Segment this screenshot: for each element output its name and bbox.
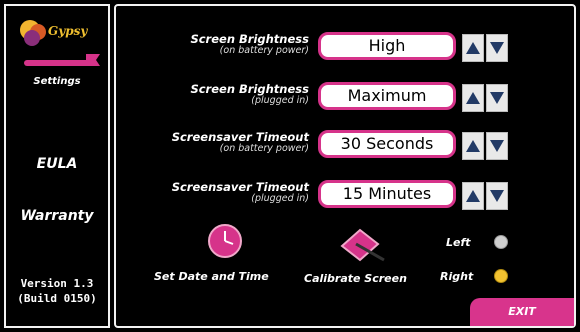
setting-value[interactable]: Maximum (318, 82, 456, 110)
version-line: Version 1.3 (20, 277, 94, 290)
arrow-down-icon[interactable] (486, 132, 508, 160)
setting-title: Screen Brightness (190, 32, 309, 46)
eula-link[interactable]: EULA (6, 156, 108, 172)
settings-label: Settings (33, 76, 81, 87)
setting-subtitle: (on battery power) (219, 143, 309, 154)
warranty-link[interactable]: Warranty (6, 208, 108, 224)
calibrate-screen-button[interactable]: Calibrate Screen (304, 272, 407, 285)
arrow-up-icon[interactable] (462, 182, 484, 210)
setting-value[interactable]: 15 Minutes (318, 180, 456, 208)
set-date-time-button[interactable]: Set Date and Time (154, 270, 269, 283)
setting-subtitle: (plugged in) (251, 95, 309, 106)
sidebar: Gypsy Settings EULA Warranty Version 1.3… (4, 4, 110, 328)
setting-title: Screen Brightness (190, 82, 309, 96)
app-frame: Gypsy Settings EULA Warranty Version 1.3… (0, 0, 580, 332)
arrow-down-icon[interactable] (486, 182, 508, 210)
setting-row-brightness-plugged: Screen Brightness (plugged in) Maximum (116, 80, 574, 116)
setting-subtitle: (plugged in) (251, 193, 309, 204)
setting-row-brightness-battery: Screen Brightness (on battery power) Hig… (116, 30, 574, 66)
setting-row-screensaver-battery: Screensaver Timeout (on battery power) 3… (116, 128, 574, 164)
exit-button[interactable]: EXIT (470, 298, 574, 326)
clock-icon[interactable] (208, 224, 242, 258)
setting-value[interactable]: High (318, 32, 456, 60)
build-line: (Build 0150) (17, 292, 97, 305)
arrow-down-icon[interactable] (486, 84, 508, 112)
setting-row-screensaver-plugged: Screensaver Timeout (plugged in) 15 Minu… (116, 178, 574, 214)
arrow-up-icon[interactable] (462, 34, 484, 62)
setting-value[interactable]: 30 Seconds (318, 130, 456, 158)
logo-brand-text: Gypsy (48, 24, 88, 38)
settings-panel: Screen Brightness (on battery power) Hig… (114, 4, 576, 328)
setting-title: Screensaver Timeout (171, 180, 309, 194)
right-hand-label: Right (440, 270, 474, 283)
arrow-up-icon[interactable] (462, 132, 484, 160)
left-hand-label: Left (446, 236, 471, 249)
left-hand-radio[interactable] (494, 235, 508, 249)
calibrate-icon[interactable] (338, 226, 386, 266)
setting-subtitle: (on battery power) (219, 45, 309, 56)
arrow-down-icon[interactable] (486, 34, 508, 62)
gypsy-logo-icon: Gypsy (16, 16, 106, 76)
arrow-up-icon[interactable] (462, 84, 484, 112)
setting-title: Screensaver Timeout (171, 130, 309, 144)
right-hand-radio[interactable] (494, 269, 508, 283)
version-info: Version 1.3 (Build 0150) (6, 276, 108, 306)
